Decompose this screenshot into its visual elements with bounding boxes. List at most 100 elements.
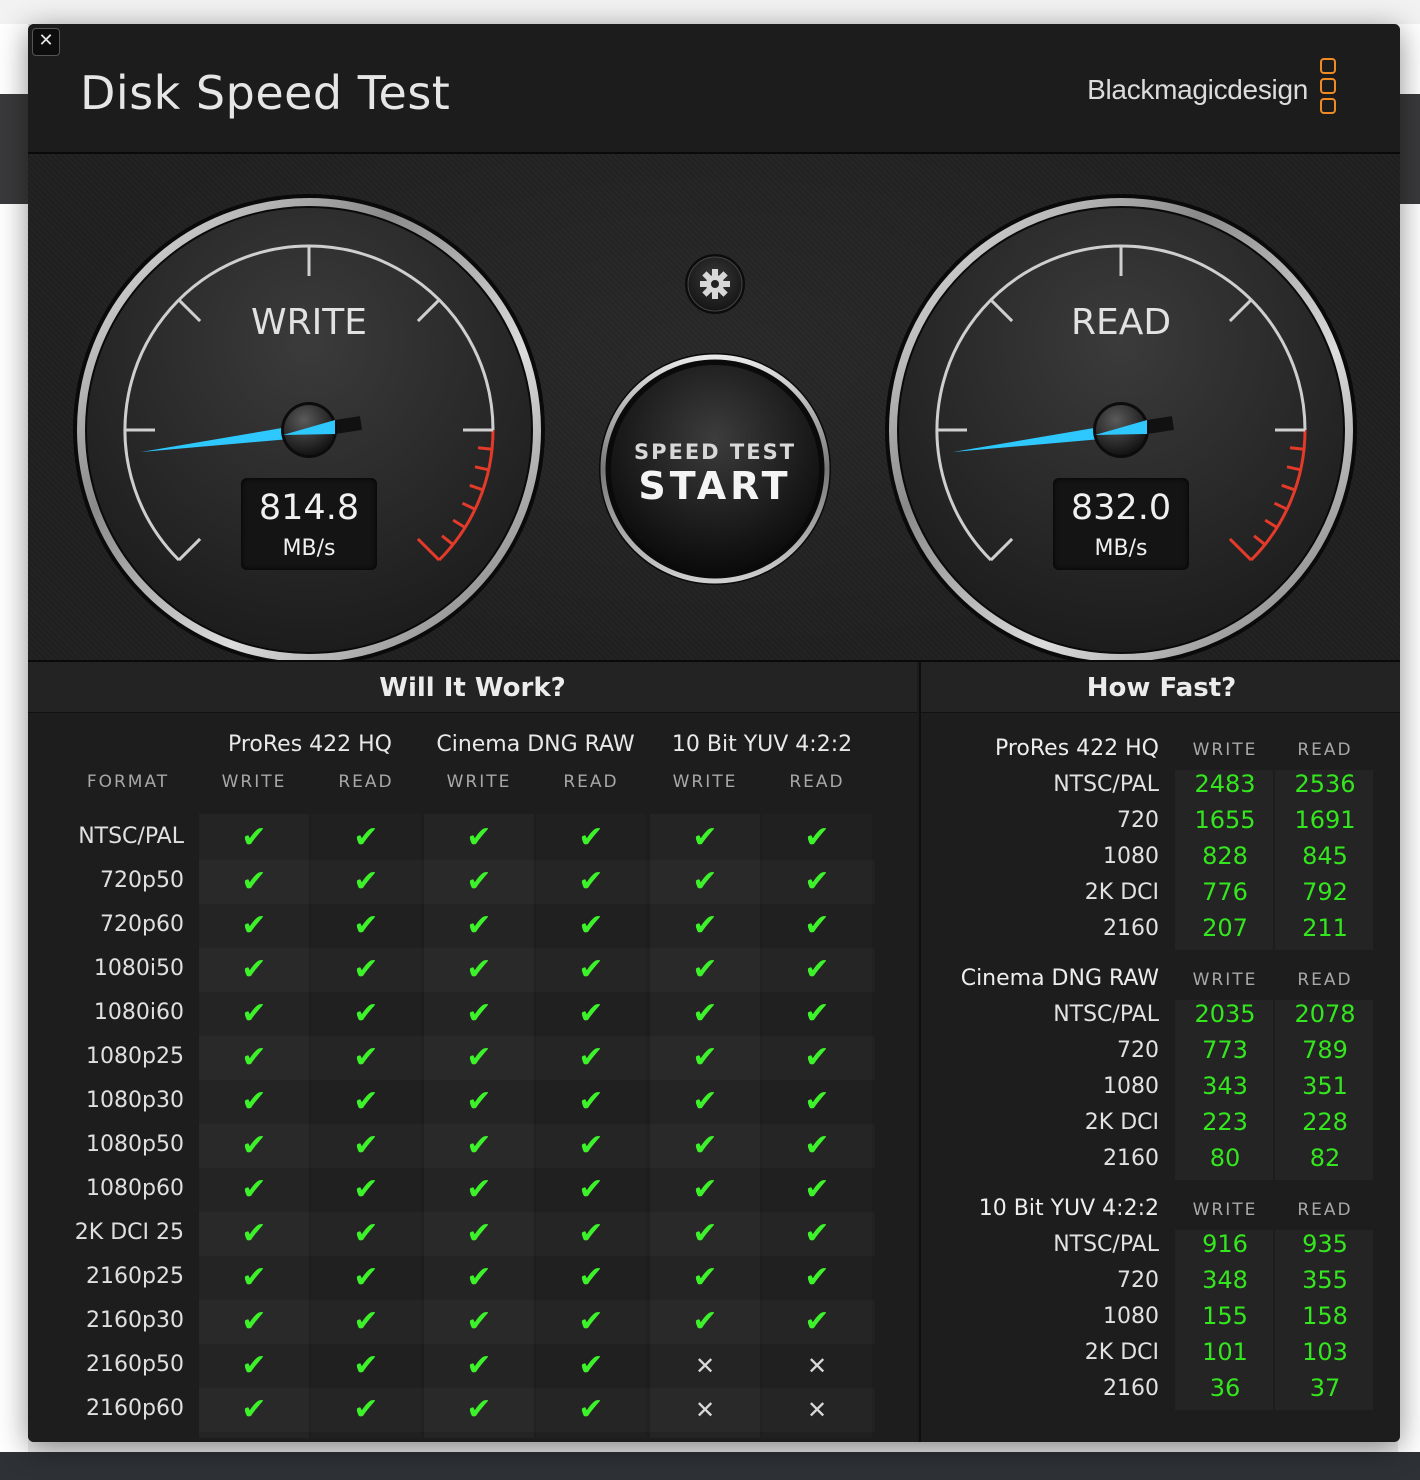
check-icon: ✔ — [241, 1392, 267, 1427]
check-icon: ✔ — [353, 1260, 379, 1295]
check-icon: ✔ — [353, 908, 379, 943]
check-icon: ✔ — [241, 908, 267, 943]
check-icon: ✔ — [692, 1172, 718, 1207]
check-icon: ✔ — [466, 1216, 492, 1251]
check-icon: ✔ — [804, 1304, 830, 1339]
write-gauge-minor-tick — [477, 446, 493, 451]
check-icon: ✔ — [578, 952, 604, 987]
check-icon: ✔ — [804, 1260, 830, 1295]
check-icon: ✔ — [466, 1172, 492, 1207]
check-icon: ✔ — [578, 1172, 604, 1207]
how-fast-read-value: 211 — [1302, 914, 1348, 942]
read-readout: 832.0 MB/s — [1053, 478, 1189, 570]
how-fast-read-value: 935 — [1302, 1230, 1348, 1258]
check-icon: ✔ — [692, 1084, 718, 1119]
start-button-label: START — [638, 464, 792, 508]
write-gauge-label: WRITE — [251, 302, 367, 343]
check-icon: ✔ — [466, 1348, 492, 1383]
how-fast-read-value: 1691 — [1294, 806, 1356, 834]
check-icon: ✔ — [466, 996, 492, 1031]
brand-logo-icon — [1320, 58, 1340, 128]
background-dock-strip — [0, 1452, 1420, 1480]
check-icon: ✔ — [353, 1216, 379, 1251]
check-icon: ✔ — [804, 864, 830, 899]
how-fast-row-label: NTSC/PAL — [1053, 1232, 1159, 1257]
check-icon: ✔ — [466, 864, 492, 899]
check-icon: ✔ — [804, 1216, 830, 1251]
format-label: 1080i60 — [93, 1000, 184, 1025]
check-icon: ✔ — [466, 908, 492, 943]
check-icon: ✔ — [578, 1260, 604, 1295]
how-fast-row-label: 1080 — [1103, 1304, 1159, 1329]
column-subheader: READ — [563, 772, 619, 792]
check-icon: ✔ — [466, 1260, 492, 1295]
how-fast-write-value: 155 — [1202, 1302, 1248, 1330]
how-fast-row-label: 1080 — [1103, 844, 1159, 869]
write-needle-tail — [333, 416, 363, 434]
group-header: ProRes 422 HQ — [227, 732, 393, 757]
brand-logo-text: Blackmagicdesign — [1087, 74, 1308, 105]
read-gauge-minor-tick — [1289, 446, 1305, 451]
check-icon: ✔ — [241, 1172, 267, 1207]
how-fast-row-label: 2K DCI — [1084, 1110, 1159, 1135]
check-icon: ✔ — [241, 952, 267, 987]
speed-test-start-button[interactable]: SPEED TEST START — [598, 352, 832, 586]
format-label: 2K DCI 25 — [74, 1220, 184, 1245]
gear-icon — [685, 254, 745, 314]
settings-button[interactable] — [684, 253, 746, 315]
check-icon: ✔ — [353, 1040, 379, 1075]
how-fast-write-value: 223 — [1202, 1108, 1248, 1136]
how-fast-row-label: 2K DCI — [1084, 880, 1159, 905]
column-subheader: READ — [338, 772, 394, 792]
will-it-work-panel: Will It Work? ProRes 422 HQ Cinema DNG RA… — [28, 662, 917, 1442]
how-fast-write-header: WRITE — [1192, 740, 1258, 760]
check-icon: ✔ — [578, 996, 604, 1031]
how-fast-read-header: READ — [1297, 740, 1353, 760]
check-icon: ✔ — [692, 1304, 718, 1339]
how-fast-read-value: 158 — [1302, 1302, 1348, 1330]
how-fast-row-label: NTSC/PAL — [1053, 772, 1159, 797]
how-fast-read-value: 789 — [1302, 1036, 1348, 1064]
check-icon: ✔ — [241, 1304, 267, 1339]
check-icon: ✔ — [353, 864, 379, 899]
how-fast-row-label: 2160 — [1103, 916, 1159, 941]
check-icon: ✔ — [466, 1128, 492, 1163]
how-fast-read-value: 2536 — [1294, 770, 1356, 798]
how-fast-read-value: 37 — [1309, 1374, 1341, 1402]
cross-icon: ✕ — [806, 1396, 828, 1424]
background-page-right — [1398, 24, 1420, 1454]
how-fast-read-value: 792 — [1302, 878, 1348, 906]
how-fast-read-header: READ — [1297, 970, 1353, 990]
check-icon: ✔ — [241, 1216, 267, 1251]
check-icon: ✔ — [692, 820, 718, 855]
check-icon: ✔ — [241, 1084, 267, 1119]
app-title: Disk Speed Test — [80, 66, 451, 120]
check-icon: ✔ — [466, 1040, 492, 1075]
close-button[interactable]: ✕ — [32, 28, 60, 56]
format-label: 2160p30 — [86, 1308, 184, 1333]
how-fast-write-value: 1655 — [1194, 806, 1256, 834]
check-icon: ✔ — [241, 1128, 267, 1163]
how-fast-row-label: 720 — [1117, 808, 1159, 833]
how-fast-write-value: 916 — [1202, 1230, 1248, 1258]
how-fast-row-label: 1080 — [1103, 1074, 1159, 1099]
check-icon: ✔ — [804, 952, 830, 987]
check-icon: ✔ — [804, 1172, 830, 1207]
format-label: 1080p25 — [86, 1044, 184, 1069]
check-icon: ✔ — [804, 820, 830, 855]
check-icon: ✔ — [692, 1260, 718, 1295]
how-fast-write-value: 343 — [1202, 1072, 1248, 1100]
check-icon: ✔ — [692, 1128, 718, 1163]
write-speed-unit: MB/s — [282, 536, 336, 561]
disk-speed-test-window: Disk Speed Test Blackmagicdesign ✕ WRITE… — [28, 24, 1400, 1442]
start-button-subtitle: SPEED TEST — [633, 440, 797, 464]
check-icon: ✔ — [804, 1040, 830, 1075]
format-label: NTSC/PAL — [78, 824, 184, 849]
check-icon: ✔ — [353, 820, 379, 855]
title-header: Disk Speed Test Blackmagicdesign — [28, 24, 1400, 154]
check-icon: ✔ — [692, 864, 718, 899]
check-icon: ✔ — [241, 996, 267, 1031]
check-icon: ✔ — [692, 1040, 718, 1075]
read-needle-tail — [1145, 416, 1175, 434]
check-icon: ✔ — [353, 1304, 379, 1339]
